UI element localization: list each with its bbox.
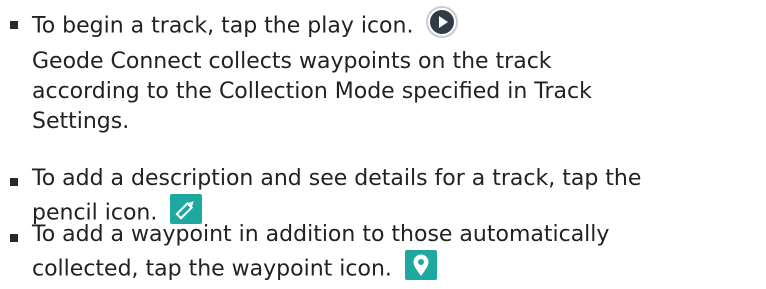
- list-item-text: To begin a track, tap the play icon.: [32, 13, 414, 39]
- bullet-marker: [10, 21, 18, 29]
- list-item-text: collected, tap the waypoint icon.: [32, 256, 392, 282]
- bullet-marker: [10, 234, 18, 242]
- list-item-line: To add a description and see details for…: [32, 166, 642, 191]
- list-item-line: collected, tap the waypoint icon.: [32, 250, 609, 289]
- list-item-line: To add a waypoint in addition to those a…: [32, 222, 610, 247]
- waypoint-icon: [404, 250, 437, 289]
- list-item: To begin a track, tap the play icon. Geo…: [0, 6, 592, 137]
- play-icon: [426, 6, 459, 47]
- list-item: To add a waypoint in addition to those a…: [0, 220, 609, 289]
- list-item-line: according to the Collection Mode specifi…: [32, 79, 592, 104]
- list-item-line: Settings.: [32, 109, 130, 134]
- bullet-marker: [10, 178, 18, 186]
- list-item-line: To begin a track, tap the play icon.: [32, 6, 592, 47]
- instructions-document: To begin a track, tap the play icon. Geo…: [0, 0, 766, 282]
- list-item-line: Geode Connect collects waypoints on the …: [32, 49, 552, 74]
